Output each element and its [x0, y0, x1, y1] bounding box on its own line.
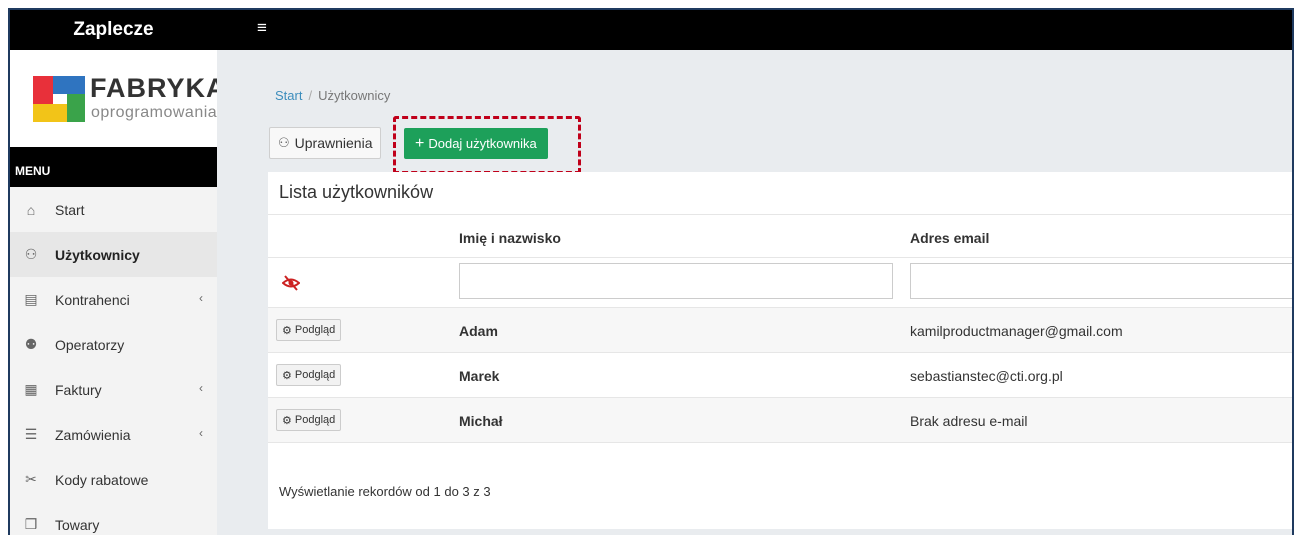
- permissions-button[interactable]: ⚇ Uprawnienia: [269, 127, 382, 159]
- sidebar-item-kontrahenci[interactable]: ▤ Kontrahenci ‹: [10, 277, 217, 322]
- breadcrumb-current: Użytkownicy: [318, 88, 391, 103]
- sidebar-item-label: Start: [55, 201, 85, 218]
- view-button-label: Podgląd: [294, 369, 336, 381]
- cogs-icon: ⚙: [282, 414, 292, 427]
- sidebar-item-label: Użytkownicy: [55, 246, 140, 263]
- table-row: ⚙ Podgląd Marek sebastianstec@cti.org.pl: [268, 352, 1292, 397]
- chevron-left-icon: ‹: [199, 426, 203, 440]
- user-name: Adam: [459, 323, 498, 339]
- operators-icon: ⚉: [24, 336, 38, 352]
- view-button-label: Podgląd: [294, 324, 336, 336]
- menu-header: MENU: [10, 147, 217, 187]
- sidebar-item-label: Kontrahenci: [55, 291, 130, 308]
- users-cog-icon: ⚇: [278, 135, 290, 150]
- scissors-icon: ✂: [25, 471, 37, 487]
- filter-email-input[interactable]: [910, 263, 1292, 299]
- sidebar: FABRYKA oprogramowania MENU ⌂ Start ⚇ Użytk…: [10, 50, 226, 535]
- home-icon: ⌂: [26, 201, 36, 218]
- breadcrumb-separator: /: [308, 88, 313, 103]
- divider: [268, 442, 1292, 443]
- menu-toggle-icon[interactable]: ≡: [257, 18, 267, 38]
- table-row: ⚙ Podgląd Michał Brak adresu e-mail: [268, 397, 1292, 442]
- sidebar-item-label: Zamówienia: [55, 426, 131, 443]
- users-card: Lista użytkowników Imię i nazwisko Adres…: [268, 172, 1292, 529]
- sidebar-item-kody-rabatowe[interactable]: ✂ Kody rabatowe: [10, 457, 217, 502]
- sidebar-menu: ⌂ Start ⚇ Użytkownicy ▤ Kontrahenci ‹ ⚉ Operator…: [10, 187, 217, 535]
- logo-title: FABRYKA: [90, 73, 227, 103]
- divider: [268, 214, 1292, 215]
- highlight-annotation: [393, 116, 581, 174]
- eye-slash-icon[interactable]: [281, 275, 301, 296]
- user-email: kamilproductmanager@gmail.com: [910, 323, 1123, 339]
- sidebar-item-label: Towary: [55, 516, 100, 533]
- table-info: Wyświetlanie rekordów od 1 do 3 z 3: [279, 484, 491, 499]
- column-header-name[interactable]: Imię i nazwisko: [459, 230, 561, 246]
- sidebar-item-towary[interactable]: ❒ Towary: [10, 502, 217, 535]
- permissions-button-label: Uprawnienia: [294, 135, 373, 151]
- boxes-icon: ❒: [24, 516, 38, 532]
- users-icon: ⚇: [24, 246, 38, 262]
- invoice-icon: ▦: [24, 381, 38, 397]
- sidebar-item-label: Operatorzy: [55, 336, 125, 353]
- view-button-label: Podgląd: [294, 414, 336, 426]
- view-button[interactable]: ⚙ Podgląd: [276, 319, 342, 341]
- filter-row: [268, 257, 1292, 307]
- user-name: Marek: [459, 368, 500, 384]
- sidebar-item-operatorzy[interactable]: ⚉ Operatorzy: [10, 322, 217, 367]
- view-button[interactable]: ⚙ Podgląd: [276, 364, 342, 386]
- sidebar-item-zamówienia[interactable]: ☰ Zamówienia ‹: [10, 412, 217, 457]
- user-email: sebastianstec@cti.org.pl: [910, 368, 1063, 384]
- user-name: Michał: [459, 413, 503, 429]
- filter-name-input[interactable]: [459, 263, 893, 299]
- sidebar-item-użytkownicy[interactable]: ⚇ Użytkownicy: [10, 232, 217, 277]
- sidebar-item-label: Kody rabatowe: [55, 471, 149, 488]
- column-header-email[interactable]: Adres email: [910, 230, 989, 246]
- card-title: Lista użytkowników: [279, 182, 434, 202]
- cogs-icon: ⚙: [282, 324, 292, 337]
- logo[interactable]: FABRYKA oprogramowania: [10, 50, 226, 147]
- top-bar: Zaplecze ≡: [10, 10, 1292, 50]
- breadcrumb: Start / Użytkownicy: [275, 88, 390, 103]
- address-card-icon: ▤: [24, 291, 38, 307]
- sidebar-item-start[interactable]: ⌂ Start: [10, 187, 217, 232]
- logo-mark: [33, 76, 85, 122]
- chevron-left-icon: ‹: [199, 381, 203, 395]
- cogs-icon: ⚙: [282, 369, 292, 382]
- brand-title[interactable]: Zaplecze: [10, 10, 217, 50]
- list-icon: ☰: [24, 426, 38, 442]
- logo-subtitle: oprogramowania: [91, 104, 218, 121]
- breadcrumb-home[interactable]: Start: [275, 88, 302, 103]
- sidebar-item-label: Faktury: [55, 381, 102, 398]
- sidebar-item-faktury[interactable]: ▦ Faktury ‹: [10, 367, 217, 412]
- main-content: Start / Użytkownicy ⚇ Uprawnienia + Dodaj …: [217, 50, 1292, 535]
- chevron-left-icon: ‹: [199, 291, 203, 305]
- view-button[interactable]: ⚙ Podgląd: [276, 409, 342, 431]
- table-row: ⚙ Podgląd Adam kamilproductmanager@gmail.…: [268, 307, 1292, 352]
- app-window: Zaplecze ≡ FABRYKA oprogramowania MENU ⌂…: [8, 8, 1294, 535]
- user-email: Brak adresu e-mail: [910, 413, 1028, 429]
